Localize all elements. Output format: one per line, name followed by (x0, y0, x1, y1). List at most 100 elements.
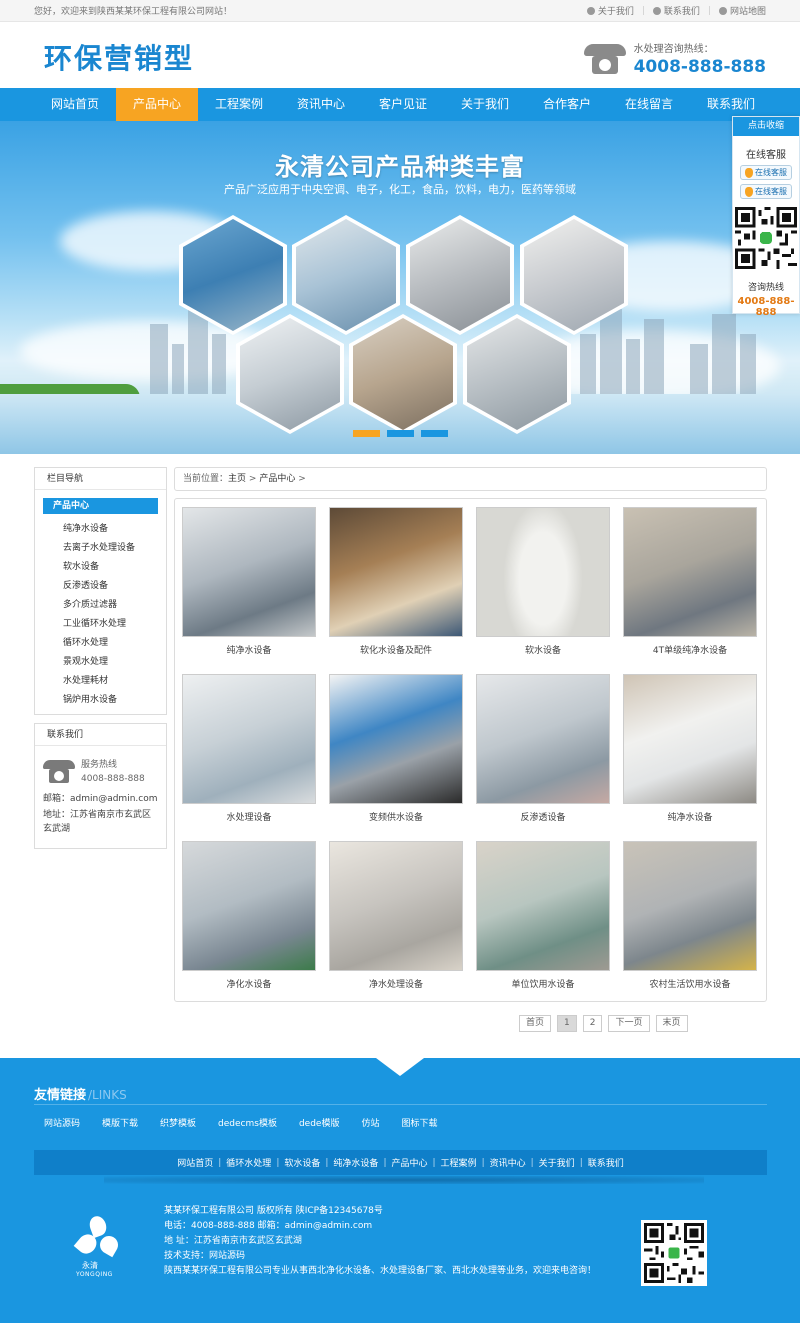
product-card[interactable]: 变频供水设备 (329, 674, 463, 841)
friend-link[interactable]: dede模版 (299, 1116, 340, 1129)
hero-banner[interactable]: 永清公司产品种类丰富 产品广泛应用于中央空调、电子，化工，食品，饮料，电力，医药… (0, 121, 800, 454)
product-title[interactable]: 纯净水设备 (182, 643, 316, 656)
footer-copyright: 某某环保工程有限公司 版权所有 陕ICP备12345678号 (164, 1206, 383, 1216)
product-card[interactable]: 农村生活饮用水设备 (623, 841, 757, 1008)
banner-dot[interactable] (387, 430, 414, 437)
nav-item-home[interactable]: 网站首页 (34, 88, 116, 121)
page-button-current[interactable]: 1 (557, 1015, 577, 1032)
contact-title: 联系我们 (35, 724, 166, 746)
product-card[interactable]: 净化水设备 (182, 841, 316, 1008)
nav-item-news[interactable]: 资讯中心 (280, 88, 362, 121)
footer-nav-item[interactable]: 资讯中心 (490, 1156, 526, 1169)
nav-item-products[interactable]: 产品中心 (116, 88, 198, 121)
breadcrumb-products[interactable]: 产品中心 (259, 474, 295, 484)
product-image[interactable] (182, 841, 316, 971)
footer-nav-item[interactable]: 产品中心 (391, 1156, 427, 1169)
product-title[interactable]: 单位饮用水设备 (476, 977, 610, 990)
nav-item-message[interactable]: 在线留言 (608, 88, 690, 121)
nav-item-about[interactable]: 关于我们 (444, 88, 526, 121)
footer-nav-item[interactable]: 纯净水设备 (333, 1156, 378, 1169)
banner-dot[interactable] (353, 430, 380, 437)
product-image[interactable] (329, 507, 463, 637)
friend-link[interactable]: 织梦模板 (160, 1116, 196, 1129)
sidebar-item-category[interactable]: 水处理耗材 (35, 670, 166, 689)
product-title[interactable]: 水处理设备 (182, 810, 316, 823)
sidebar-item-products[interactable]: 产品中心 (43, 498, 158, 514)
qq-service-button[interactable]: 在线客服 (740, 165, 792, 180)
product-card[interactable]: 软化水设备及配件 (329, 507, 463, 674)
top-link-sitemap[interactable]: 网站地图 (730, 4, 766, 17)
page-next-button[interactable]: 下一页 (608, 1015, 650, 1032)
contact-box: 联系我们 服务热线 4008-888-888 邮箱：admin@admin.co… (34, 723, 167, 849)
product-title[interactable]: 软水设备 (476, 643, 610, 656)
product-image[interactable] (329, 674, 463, 804)
product-image[interactable] (476, 841, 610, 971)
product-card[interactable]: 净水处理设备 (329, 841, 463, 1008)
footer-nav-item[interactable]: 网站首页 (177, 1156, 213, 1169)
friend-link[interactable]: 仿站 (361, 1116, 379, 1129)
nav-item-partners[interactable]: 合作客户 (526, 88, 608, 121)
page-last-button[interactable]: 末页 (655, 1015, 688, 1032)
product-card[interactable]: 反渗透设备 (476, 674, 610, 841)
product-title[interactable]: 4T单级纯净水设备 (623, 643, 757, 656)
product-title[interactable]: 净水处理设备 (329, 977, 463, 990)
product-title[interactable]: 反渗透设备 (476, 810, 610, 823)
service-title: 在线客服 (746, 150, 786, 161)
contact-address: 地址：江苏省南京市玄武区玄武湖 (43, 810, 152, 834)
footer-nav-item[interactable]: 工程案例 (441, 1156, 477, 1169)
banner-subtitle: 产品广泛应用于中央空调、电子，化工，食品，饮料，电力，医药等领域 (224, 183, 576, 196)
footer-address: 地 址：江苏省南京市玄武区玄武湖 (164, 1236, 302, 1246)
nav-item-cases[interactable]: 工程案例 (198, 88, 280, 121)
product-card[interactable]: 软水设备 (476, 507, 610, 674)
footer-nav-item[interactable]: 软水设备 (284, 1156, 320, 1169)
sidebar-item-category[interactable]: 循环水处理 (35, 632, 166, 651)
product-card[interactable]: 纯净水设备 (623, 674, 757, 841)
footer-nav-item[interactable]: 关于我们 (539, 1156, 575, 1169)
banner-dot[interactable] (421, 430, 448, 437)
product-image[interactable] (182, 674, 316, 804)
service-number: 4008-888-888 (81, 774, 145, 784)
top-link-about[interactable]: 关于我们 (598, 4, 634, 17)
footer-nav-item[interactable]: 循环水处理 (226, 1156, 271, 1169)
product-image[interactable] (329, 841, 463, 971)
sidebar-item-category[interactable]: 纯净水设备 (35, 518, 166, 537)
nav-item-testimonials[interactable]: 客户见证 (362, 88, 444, 121)
friend-link[interactable]: 模版下载 (102, 1116, 138, 1129)
product-title[interactable]: 软化水设备及配件 (329, 643, 463, 656)
sidebar-item-category[interactable]: 多介质过滤器 (35, 594, 166, 613)
product-image[interactable] (623, 507, 757, 637)
product-title[interactable]: 变频供水设备 (329, 810, 463, 823)
qr-code (735, 207, 797, 269)
product-image[interactable] (623, 674, 757, 804)
sidebar-item-category[interactable]: 软水设备 (35, 556, 166, 575)
sidebar-item-category[interactable]: 反渗透设备 (35, 575, 166, 594)
sidebar-item-category[interactable]: 工业循环水处理 (35, 613, 166, 632)
product-card[interactable]: 4T单级纯净水设备 (623, 507, 757, 674)
footer-nav-item[interactable]: 联系我们 (588, 1156, 624, 1169)
product-card[interactable]: 水处理设备 (182, 674, 316, 841)
product-image[interactable] (476, 674, 610, 804)
sidebar-item-category[interactable]: 去离子水处理设备 (35, 537, 166, 556)
product-card[interactable]: 单位饮用水设备 (476, 841, 610, 1008)
sidebar-item-category[interactable]: 锅炉用水设备 (35, 689, 166, 708)
product-image[interactable] (182, 507, 316, 637)
product-title[interactable]: 农村生活饮用水设备 (623, 977, 757, 990)
friend-link[interactable]: dedecms模板 (218, 1116, 277, 1129)
friend-links: 网站源码 模版下载 织梦模板 dedecms模板 dede模版 仿站 图标下载 (44, 1116, 438, 1129)
banner-hex-image (292, 215, 400, 335)
product-image[interactable] (623, 841, 757, 971)
product-title[interactable]: 净化水设备 (182, 977, 316, 990)
top-link-contact[interactable]: 联系我们 (664, 4, 700, 17)
sidebar-item-category[interactable]: 景观水处理 (35, 651, 166, 670)
collapse-toggle[interactable]: 点击收缩 (733, 117, 799, 136)
qq-service-button[interactable]: 在线客服 (740, 184, 792, 199)
product-image[interactable] (476, 507, 610, 637)
friend-link[interactable]: 图标下载 (401, 1116, 437, 1129)
product-title[interactable]: 纯净水设备 (623, 810, 757, 823)
product-card[interactable]: 纯净水设备 (182, 507, 316, 674)
friend-link[interactable]: 网站源码 (44, 1116, 80, 1129)
breadcrumb-home[interactable]: 主页 (228, 474, 246, 484)
page-button[interactable]: 2 (582, 1015, 603, 1032)
page-first-button[interactable]: 首页 (519, 1015, 552, 1032)
site-logo[interactable]: 环保营销型 (44, 37, 194, 77)
